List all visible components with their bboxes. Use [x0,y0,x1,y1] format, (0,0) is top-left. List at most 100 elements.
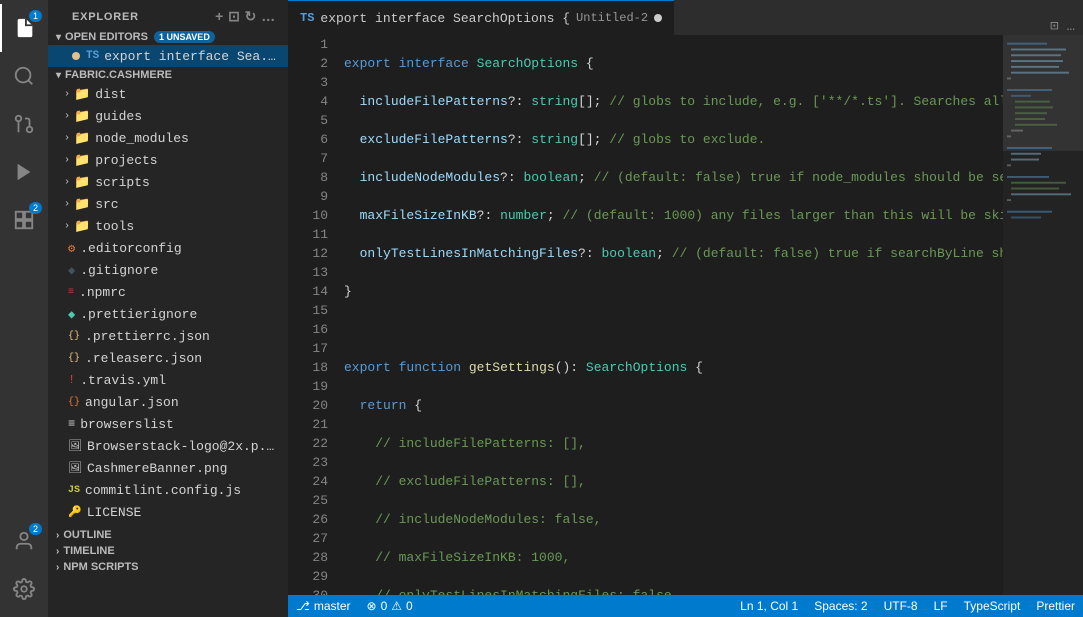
cashmere-banner-file[interactable]: 🖼 CashmereBanner.png [48,457,288,479]
node-modules-folder[interactable]: › 📁 node_modules [48,127,288,149]
fabric-cashmere-arrow: ▾ [56,70,61,81]
gitignore-file[interactable]: ◆ .gitignore [48,259,288,281]
browserslist-file[interactable]: ≡ browserslist [48,413,288,435]
more-actions-icon[interactable]: … [261,8,276,25]
angular-json-file[interactable]: {} angular.json [48,391,288,413]
split-editor-icon[interactable]: ⊡ [1050,18,1058,35]
guides-label: guides [95,109,142,124]
language-label: TypeScript [964,599,1021,613]
cursor-label: Ln 1, Col 1 [740,599,798,613]
editorconfig-file[interactable]: ⚙ .editorconfig [48,237,288,259]
commitlint-icon: JS [68,485,80,496]
accounts-badge: 2 [29,523,42,535]
fabric-cashmere-section[interactable]: ▾ FABRIC.CASHMERE [48,67,288,83]
source-control-icon[interactable] [0,100,48,148]
projects-arrow: › [64,155,70,166]
files-icon[interactable]: 1 [0,4,48,52]
npm-scripts-arrow: › [56,562,59,573]
guides-arrow: › [64,111,70,122]
encoding-item[interactable]: UTF-8 [876,595,926,617]
tools-icon: 📁 [74,219,90,234]
src-folder[interactable]: › 📁 src [48,193,288,215]
prettierignore-file[interactable]: ◆ .prettierignore [48,303,288,325]
sidebar-header: EXPLORER + ⊡ ↻ … [48,0,288,29]
open-editors-label: OPEN EDITORS [65,31,148,43]
spaces-item[interactable]: Spaces: 2 [806,595,875,617]
eol-item[interactable]: LF [926,595,956,617]
refresh-icon[interactable]: ↻ [245,8,258,25]
guides-folder[interactable]: › 📁 guides [48,105,288,127]
extensions-icon[interactable]: 2 [0,196,48,244]
prettierrc-icon: {} [68,331,80,342]
accounts-icon[interactable]: 2 [0,517,48,565]
editor-content: 12345 678910 1112131415 1617181920 21222… [288,35,1083,595]
dist-arrow: › [64,89,70,100]
formatter-item[interactable]: Prettier [1028,595,1083,617]
src-icon: 📁 [74,197,90,212]
errors-item[interactable]: ⊗ 0 ⚠ 0 [359,595,421,617]
editor-area: TS export interface SearchOptions { Unti… [288,0,1083,617]
formatter-label: Prettier [1036,599,1075,613]
new-file-icon[interactable]: + [215,8,224,25]
more-tabs-icon[interactable]: … [1067,19,1075,35]
status-right: Ln 1, Col 1 Spaces: 2 UTF-8 LF TypeScrip… [732,595,1083,617]
browserslist-icon: ≡ [68,417,75,431]
fabric-cashmere-label: FABRIC.CASHMERE [65,69,172,81]
open-editor-item[interactable]: TS export interface Sea... [48,45,288,67]
travis-file[interactable]: ! .travis.yml [48,369,288,391]
sidebar-title: EXPLORER [72,11,139,23]
git-branch-item[interactable]: ⎇ master [288,595,359,617]
line-numbers: 12345 678910 1112131415 1617181920 21222… [288,35,336,595]
eol-label: LF [934,599,948,613]
status-bar: ⎇ master ⊗ 0 ⚠ 0 Ln 1, Col 1 Spaces: 2 U… [288,595,1083,617]
ts-badge: TS [300,11,314,25]
node-modules-arrow: › [64,133,70,144]
outline-label: OUTLINE [63,529,111,541]
cursor-position[interactable]: Ln 1, Col 1 [732,595,806,617]
scripts-folder[interactable]: › 📁 scripts [48,171,288,193]
npm-scripts-section[interactable]: › NPM SCRIPTS [48,559,288,575]
releaserc-icon: {} [68,353,80,364]
tab-bar: TS export interface SearchOptions { Unti… [288,0,1083,35]
settings-icon[interactable] [0,565,48,613]
src-arrow: › [64,199,70,210]
prettierrc-file[interactable]: {} .prettierrc.json [48,325,288,347]
new-folder-icon[interactable]: ⊡ [228,8,241,25]
npmrc-icon: ≡ [68,287,74,298]
npm-scripts-label: NPM SCRIPTS [63,561,138,573]
npmrc-file[interactable]: ≡ .npmrc [48,281,288,303]
files-badge: 1 [29,10,42,22]
timeline-section[interactable]: › TIMELINE [48,543,288,559]
tab-title: export interface SearchOptions { [320,11,570,26]
releaserc-file[interactable]: {} .releaserc.json [48,347,288,369]
run-debug-icon[interactable] [0,148,48,196]
src-label: src [95,197,118,212]
search-options-tab[interactable]: TS export interface SearchOptions { Unti… [288,0,674,35]
outline-section[interactable]: › OUTLINE [48,527,288,543]
language-item[interactable]: TypeScript [956,595,1029,617]
commitlint-file[interactable]: JS commitlint.config.js [48,479,288,501]
code-editor[interactable]: export interface SearchOptions { include… [336,35,1003,595]
outline-arrow: › [56,530,59,541]
sidebar-content: ▾ OPEN EDITORS 1 UNSAVED TS export inter… [48,29,288,617]
angular-icon: {} [68,397,80,408]
editorconfig-icon: ⚙ [68,241,75,256]
projects-label: projects [95,153,157,168]
minimap[interactable] [1003,35,1083,595]
tools-folder[interactable]: › 📁 tools [48,215,288,237]
extensions-badge: 2 [29,202,42,214]
open-editors-arrow: ▾ [56,32,61,43]
cashmere-icon: 🖼 [68,461,82,475]
browserstack-logo-file[interactable]: 🖼 Browserstack-logo@2x.p... [48,435,288,457]
dist-label: dist [95,87,126,102]
open-editors-section[interactable]: ▾ OPEN EDITORS 1 UNSAVED [48,29,288,45]
projects-folder[interactable]: › 📁 projects [48,149,288,171]
dist-folder[interactable]: › 📁 dist [48,83,288,105]
minimap-content [1003,35,1083,595]
travis-icon: ! [68,373,75,387]
status-left: ⎇ master ⊗ 0 ⚠ 0 [288,595,421,617]
timeline-label: TIMELINE [63,545,114,557]
search-icon[interactable] [0,52,48,100]
ts-icon: TS [86,50,99,62]
license-file[interactable]: 🔑 LICENSE [48,501,288,523]
